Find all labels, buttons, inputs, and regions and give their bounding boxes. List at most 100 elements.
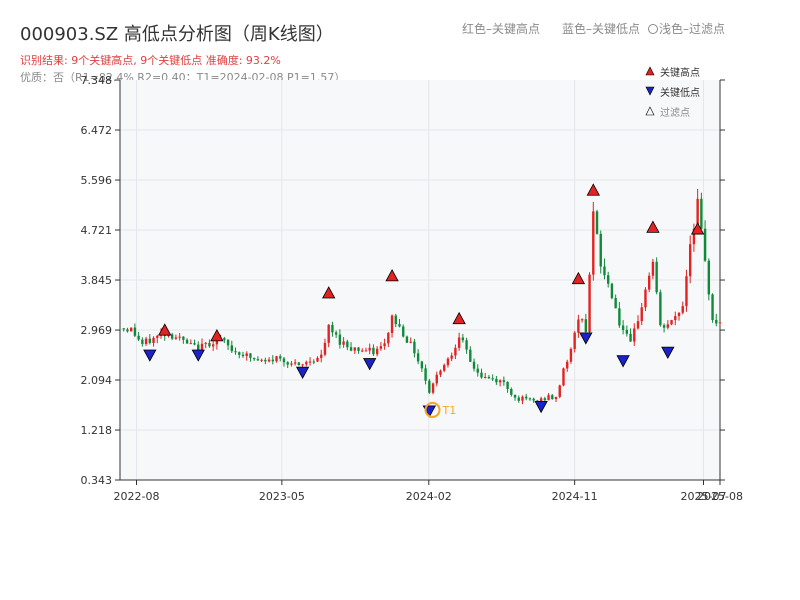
candle	[428, 378, 431, 394]
candle-body	[308, 361, 312, 363]
candle-body	[647, 275, 651, 290]
candle-body	[558, 385, 561, 397]
candle-body	[241, 354, 245, 357]
candlestick-chart: 0.343 1.218 2.094 2.969 3.845 4.721 5.596 6.472…	[81, 66, 743, 503]
candle-body	[636, 321, 640, 329]
candle-body	[211, 344, 215, 347]
candle-body	[554, 396, 558, 400]
candle-body	[439, 370, 442, 375]
candle-body	[629, 333, 632, 342]
candle-body	[331, 324, 334, 333]
candle-body	[156, 335, 159, 338]
candle-body	[510, 388, 513, 395]
candle-body	[230, 345, 234, 352]
candle-body	[525, 396, 528, 399]
y-tick-label: 6.472	[81, 124, 113, 137]
candle-body	[461, 337, 465, 341]
candle-body	[152, 337, 155, 343]
candle-body	[428, 380, 431, 393]
candle-body	[469, 349, 472, 362]
x-tick-label: 2022-08	[114, 490, 160, 503]
candle	[707, 258, 711, 301]
candle-body	[402, 326, 405, 337]
candle-body	[599, 233, 602, 267]
y-tick-label: 5.596	[81, 174, 113, 187]
legend-filtered-label: 过滤点	[660, 106, 690, 119]
candle-body	[566, 361, 569, 369]
candle-body	[532, 398, 535, 401]
candle-body	[305, 361, 308, 365]
candle-body	[223, 338, 226, 340]
candle	[569, 347, 573, 364]
candle-body	[189, 343, 193, 345]
candle-body	[413, 341, 416, 354]
candle	[558, 384, 561, 399]
candle-body	[372, 347, 375, 355]
legend-low-label: 关键低点	[660, 86, 700, 99]
candle-body	[327, 324, 330, 343]
candle-body	[126, 329, 129, 332]
candle-body	[711, 294, 714, 320]
candle-body	[443, 365, 446, 371]
candle-body	[256, 359, 260, 361]
candle-body	[234, 351, 237, 353]
legend-high-label: 关键高点	[660, 66, 700, 79]
candle-body	[297, 362, 301, 366]
candle-body	[178, 336, 181, 338]
candle-body	[580, 319, 584, 321]
y-tick-label: 2.094	[81, 374, 113, 387]
candle	[592, 201, 595, 281]
candle-body	[349, 347, 353, 351]
candle	[711, 293, 714, 323]
candle-body	[606, 275, 610, 284]
y-tick-label: 1.218	[81, 424, 113, 437]
candle-body	[484, 376, 487, 378]
candle-body	[122, 328, 125, 330]
candle-body	[577, 319, 580, 333]
candle-body	[621, 325, 625, 330]
candle-body	[513, 394, 517, 398]
candle-body	[677, 312, 681, 317]
candle-body	[286, 362, 289, 365]
candle	[659, 289, 662, 327]
candle-body	[681, 306, 684, 313]
candle-body	[170, 334, 174, 339]
candle-body	[718, 322, 722, 324]
candle-body	[312, 361, 315, 363]
candle-body	[506, 381, 509, 389]
candle-body	[387, 333, 390, 344]
candle-body	[595, 211, 599, 234]
candle-body	[700, 198, 703, 229]
candle	[562, 367, 565, 387]
t1-label: T1	[442, 404, 457, 417]
candle-body	[416, 353, 420, 362]
legend-high-icon	[645, 66, 655, 76]
candle-body	[491, 378, 494, 380]
candle-body	[472, 361, 476, 369]
candle-body	[659, 292, 662, 326]
candle-body	[435, 374, 438, 384]
candle-body	[353, 347, 356, 351]
candle-body	[592, 211, 595, 275]
candle-body	[457, 337, 461, 348]
candle-body	[476, 368, 479, 373]
candle-body	[245, 353, 248, 357]
y-tick-label: 3.845	[81, 274, 113, 287]
candle-body	[409, 341, 412, 343]
y-tick-label: 4.721	[81, 224, 113, 237]
candle-body	[398, 324, 401, 327]
candle-body	[182, 336, 185, 340]
candle-body	[249, 353, 252, 358]
candle-body	[480, 372, 483, 378]
candle-body	[375, 348, 379, 355]
candle-body	[707, 260, 711, 295]
candle-body	[703, 228, 707, 261]
candle-body	[517, 397, 520, 401]
candle-body	[528, 398, 532, 400]
candle	[595, 209, 599, 235]
candle-body	[603, 266, 606, 276]
candle-body	[357, 347, 360, 351]
candle-body	[204, 342, 207, 344]
candle-body	[502, 380, 506, 382]
candle-body	[465, 340, 468, 350]
